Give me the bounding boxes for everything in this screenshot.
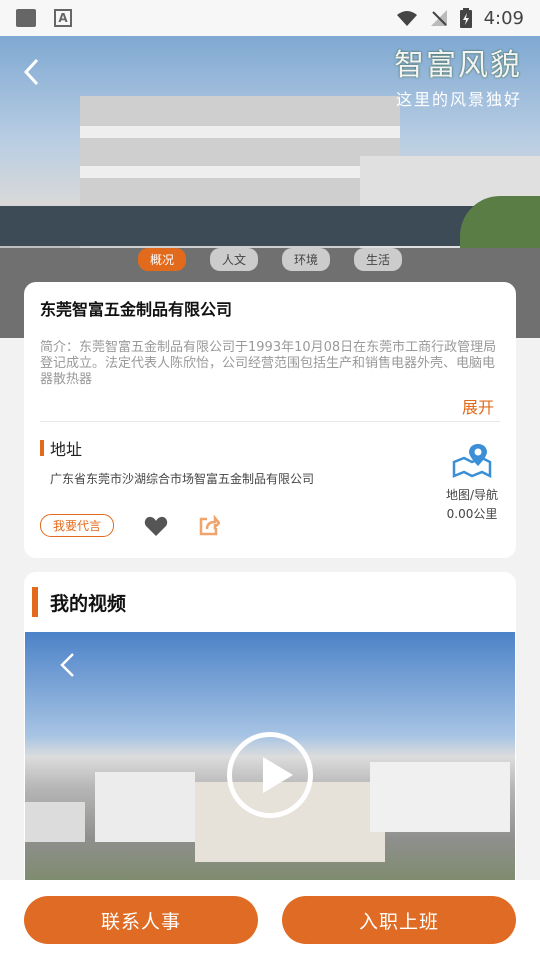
status-bar: A 4:09 [0,0,540,36]
video-player[interactable] [25,632,515,892]
signal-off-icon [430,10,447,26]
video-back-icon[interactable] [59,652,75,685]
section-marker [40,440,44,456]
endorse-button[interactable]: 我要代言 [40,514,115,537]
tab-life[interactable]: 生活 [354,248,403,271]
font-icon: A [54,9,72,27]
company-name: 东莞智富五金制品有限公司 [40,300,233,319]
hero-glass-facade [0,206,540,246]
brand-logo: 智富风貌 这里的风景独好 [394,40,522,110]
status-time: 4:09 [483,7,524,29]
back-icon[interactable] [22,58,48,86]
brand-title: 智富风貌 [394,48,522,83]
battery-charging-icon [459,8,472,28]
image-icon [16,9,36,27]
map-navigation-button[interactable]: 地图/导航 0.00公里 [444,442,500,522]
address-text: 广东省东莞市沙湖综合市场智富五金制品有限公司 [50,472,315,486]
distance: 0.00公里 [446,507,498,521]
heart-icon[interactable] [144,515,168,537]
company-intro: 简介：东莞智富五金制品有限公司于1993年10月08日在东莞市工商行政管理局登记… [40,340,497,387]
share-icon[interactable] [198,514,221,537]
contact-hr-button[interactable]: 联系人事 [24,896,258,944]
action-row: 我要代言 [40,514,221,537]
play-icon[interactable] [227,732,313,818]
brand-subtitle: 这里的风景独好 [395,90,522,109]
company-card: 东莞智富五金制品有限公司 简介：东莞智富五金制品有限公司于1993年10月08日… [24,282,516,558]
video-building [25,802,85,842]
onboard-button[interactable]: 入职上班 [282,896,516,944]
video-section: 我的视频 [24,572,516,892]
video-building [370,762,510,832]
bottom-action-bar: 联系人事 入职上班 [0,880,540,960]
video-building [95,772,195,842]
map-pin-icon [452,444,492,479]
map-label: 地图/导航 [445,488,499,502]
address-label: 地址 [50,440,83,459]
divider [40,421,500,422]
tab-culture[interactable]: 人文 [209,248,258,271]
tab-environment[interactable]: 环境 [282,248,331,271]
hero-tabs: 概况 人文 环境 生活 [0,248,540,271]
video-section-title: 我的视频 [50,592,127,615]
tab-overview[interactable]: 概况 [137,248,186,271]
video-header: 我的视频 [24,572,516,632]
section-marker [32,587,38,617]
expand-button[interactable]: 展开 [462,394,494,418]
address-heading: 地址 [40,436,82,460]
wifi-icon [396,11,417,26]
